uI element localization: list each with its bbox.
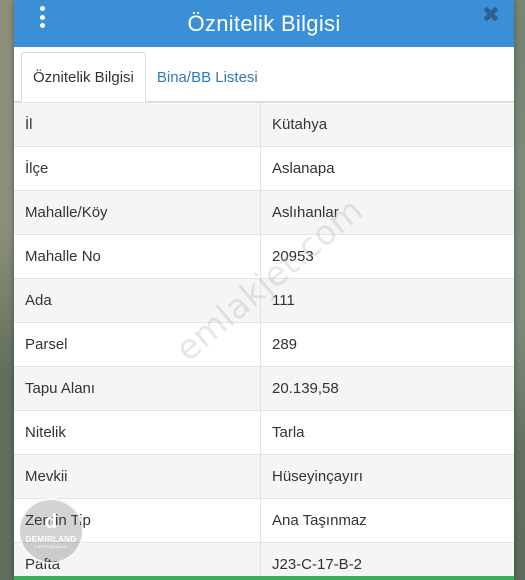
attribute-key: Parsel (14, 323, 261, 366)
logo-name: DEMIRLAND (25, 535, 77, 544)
table-row: Ada 111 (14, 279, 514, 323)
tab-building-list[interactable]: Bina/BB Listesi (146, 53, 269, 101)
attribute-value: Tarla (272, 424, 305, 441)
table-row: İl Kütahya (14, 103, 514, 147)
attribute-key: Nitelik (14, 411, 261, 454)
dialog-title: Öznitelik Bilgisi (187, 10, 341, 36)
bottom-accent-bar (14, 576, 514, 580)
attribute-key: Mahalle No (14, 235, 261, 278)
attribute-value: Hüseyinçayırı (272, 468, 363, 485)
table-row: Zemin Tip Ana Taşınmaz (14, 499, 514, 543)
attribute-table: İl Kütahya İlçe Aslanapa Mahalle/Köy Asl… (14, 102, 514, 580)
table-row: İlçe Aslanapa (14, 147, 514, 191)
attribute-dialog: Öznitelik Bilgisi ✖ Öznitelik Bilgisi Bi… (14, 0, 514, 580)
table-row: Mahalle/Köy Aslıhanlar (14, 191, 514, 235)
table-row: Mevkii Hüseyinçayırı (14, 455, 514, 499)
vertical-dots-menu-icon[interactable] (38, 6, 46, 28)
attribute-key: Ada (14, 279, 261, 322)
attribute-key: İl (14, 103, 261, 146)
attribute-value: Aslanapa (272, 160, 335, 177)
table-row: Parsel 289 (14, 323, 514, 367)
attribute-value: Aslıhanlar (272, 204, 339, 221)
logo-mark: d (44, 511, 58, 533)
attribute-key: İlçe (14, 147, 261, 190)
brand-logo: d DEMIRLAND GAYRİMENKUL (18, 498, 84, 564)
table-row: Mahalle No 20953 (14, 235, 514, 279)
attribute-value: 20953 (272, 248, 314, 265)
dialog-titlebar: Öznitelik Bilgisi ✖ (14, 0, 514, 47)
tab-bar: Öznitelik Bilgisi Bina/BB Listesi (14, 47, 514, 102)
tab-attribute-info[interactable]: Öznitelik Bilgisi (21, 52, 146, 102)
attribute-value: 289 (272, 336, 298, 353)
close-icon[interactable]: ✖ (482, 3, 500, 28)
attribute-key: Tapu Alanı (14, 367, 261, 410)
attribute-value: 111 (272, 292, 295, 309)
table-row: Nitelik Tarla (14, 411, 514, 455)
attribute-value: 20.139,58 (272, 380, 339, 397)
attribute-value: Kütahya (272, 116, 328, 133)
logo-subtitle: GAYRİMENKUL (33, 544, 69, 549)
attribute-value: Ana Taşınmaz (272, 512, 367, 529)
attribute-key: Mevkii (14, 455, 261, 498)
table-row: Pafta J23-C-17-B-2 (14, 543, 514, 580)
attribute-key: Mahalle/Köy (14, 191, 261, 234)
table-row: Tapu Alanı 20.139,58 (14, 367, 514, 411)
attribute-value: J23-C-17-B-2 (272, 556, 363, 573)
